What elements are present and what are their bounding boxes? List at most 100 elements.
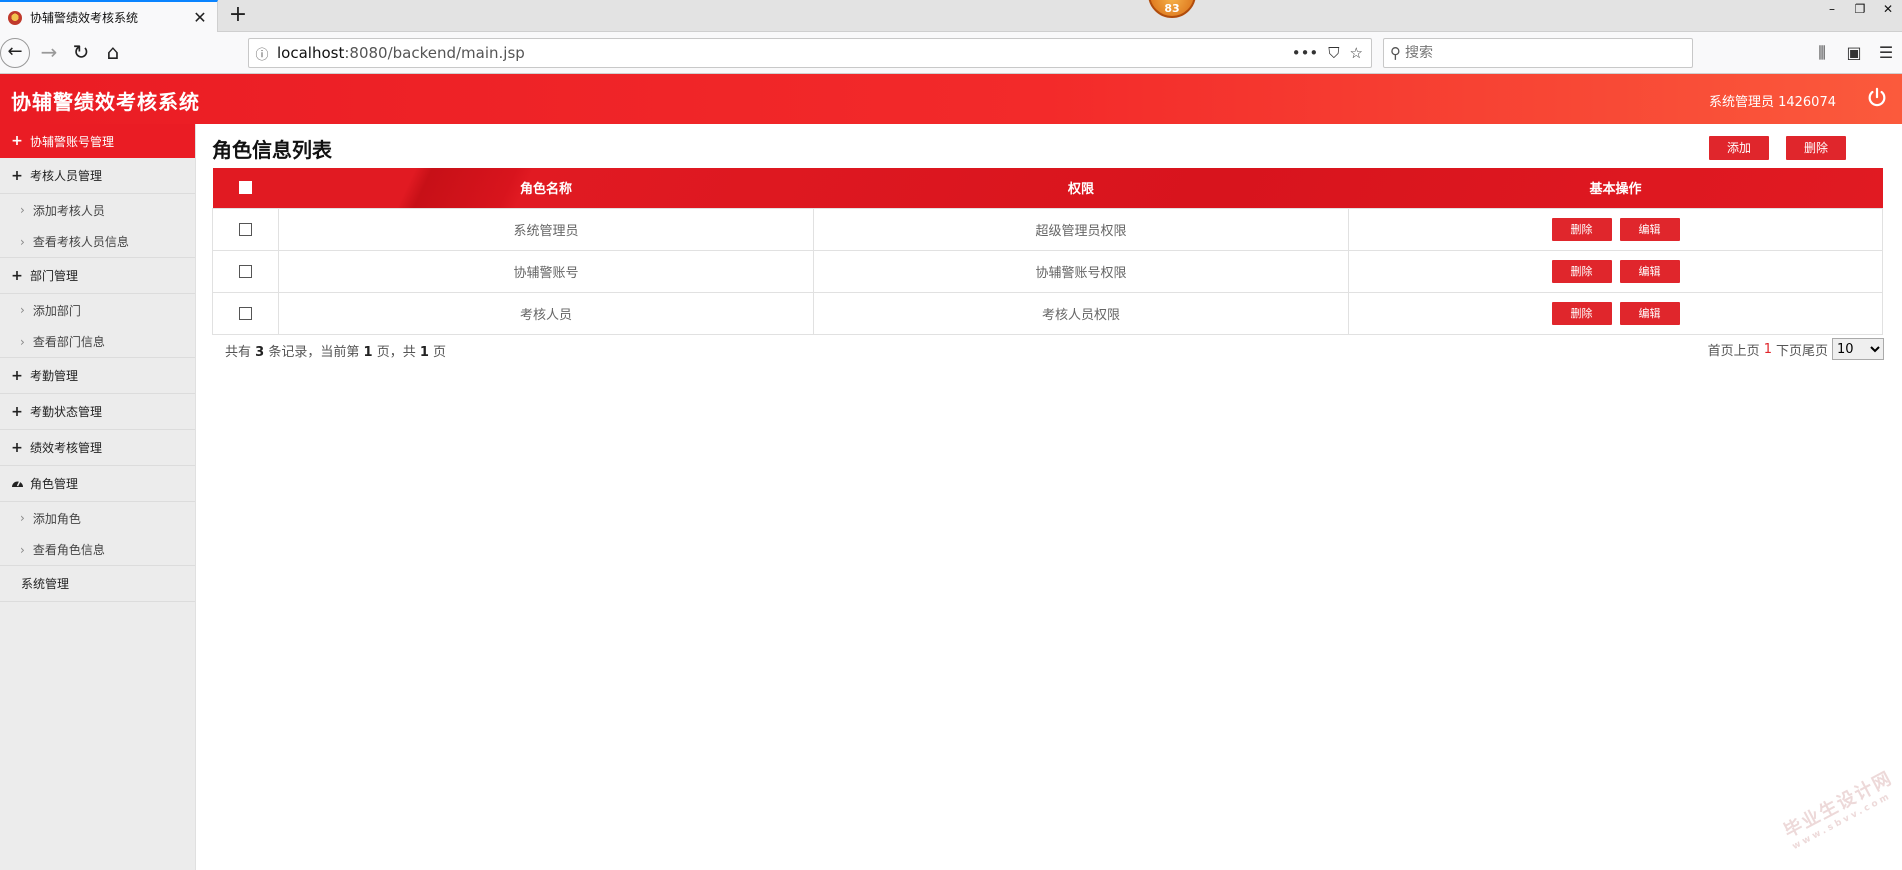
role-name-cell: 协辅警账号 [278,249,814,293]
tab-title: 协辅警绩效考核系统 [30,11,139,25]
chevron-right-icon: › [20,203,25,217]
sidebar-item-label: 绩效考核管理 [30,441,103,455]
sidebar-item-add-assessor[interactable]: › 添加考核人员 [0,194,195,226]
url-text[interactable]: localhost:8080/backend/main.jsp [275,44,1292,62]
app-header: 协辅警绩效考核系统 系统管理员 1426074 [0,74,1902,124]
record-summary: 共有 3 条记录，当前第 1 页，共 1 页 [225,341,446,360]
select-all-cell [213,168,279,208]
url-path: :8080/backend/main.jsp [344,44,525,62]
url-host: localhost [277,44,345,62]
page-title: 角色信息列表 [212,138,332,162]
sidebar-item-dept-mgmt[interactable]: + 部门管理 [0,258,195,294]
browser-tab[interactable]: 协辅警绩效考核系统 ✕ [0,0,218,33]
sidebar-item-performance-mgmt[interactable]: + 绩效考核管理 [0,430,195,466]
chevron-right-icon: › [20,303,25,317]
first-page-link[interactable]: 首页 [1708,340,1734,359]
new-tab-button[interactable]: + [225,3,251,29]
row-edit-button[interactable]: 编辑 [1619,217,1680,241]
pocket-icon[interactable]: ⛉ [1328,44,1339,62]
chevron-right-icon: › [20,234,25,249]
user-info: 系统管理员 1426074 [1708,95,1836,110]
sidebar-item-account-mgmt[interactable]: + 协辅警账号管理 [0,124,195,158]
batch-delete-button[interactable]: 删除 [1786,136,1846,160]
sidebar-item-label: 查看部门信息 [32,335,105,349]
site-watermark: 毕业生设计网 www.sbvv.com [1779,764,1902,852]
browser-tab-bar: 协辅警绩效考核系统 ✕ + 83 – ❐ ✕ [0,0,1902,33]
row-delete-button[interactable]: 删除 [1551,259,1612,283]
prev-page-link[interactable]: 上页 [1734,340,1760,359]
column-header-actions: 基本操作 [1589,182,1642,198]
browser-toolbar: ⫼ ▣ ☰ [1806,38,1902,68]
bookmark-star-icon[interactable]: ☆ [1350,44,1363,62]
sidebar-item-view-assessor[interactable]: › 查看考核人员信息 [0,226,195,258]
row-select-cell [212,207,279,251]
page-size-select[interactable]: 10 [1832,338,1884,360]
row-checkbox[interactable] [239,264,252,278]
summary-text: 页，共 [376,345,416,360]
summary-text: 页 [433,345,447,360]
row-checkbox[interactable] [239,222,252,236]
address-bar[interactable]: ⓘ localhost:8080/backend/main.jsp ••• ⛉ … [248,38,1372,68]
restore-icon[interactable]: ❐ [1846,0,1874,20]
next-page-link[interactable]: 下页 [1776,340,1802,359]
row-checkbox[interactable] [239,306,252,320]
sidebar-item-attendance-mgmt[interactable]: + 考勤管理 [0,358,195,394]
row-edit-button[interactable]: 编辑 [1619,301,1680,325]
table-row: 考核人员 考核人员权限 删除 编辑 [212,291,1883,335]
home-icon[interactable]: ⌂ [98,38,128,68]
sidebar-item-role-mgmt[interactable]: 角色管理 [0,466,195,502]
row-select-cell [212,249,279,293]
sidebar-item-add-dept[interactable]: › 添加部门 [0,294,195,326]
sidebar-item-label: 考勤状态管理 [30,405,103,419]
dashboard-icon [10,476,24,492]
add-button[interactable]: 添加 [1709,136,1769,160]
app-title: 协辅警绩效考核系统 [11,90,200,114]
sidebar-item-view-role[interactable]: › 查看角色信息 [0,534,195,566]
plus-icon: + [11,167,23,184]
sidebar-item-label: 考核人员管理 [30,169,103,183]
more-actions-icon[interactable]: ••• [1292,44,1319,62]
sidebar-item-assessor-mgmt[interactable]: + 考核人员管理 [0,158,195,194]
plus-icon: + [11,403,23,420]
police-badge-icon [8,10,22,25]
table-row: 协辅警账号 协辅警账号权限 删除 编辑 [212,249,1883,293]
select-all-checkbox[interactable] [239,181,252,195]
sidebar-item-view-dept[interactable]: › 查看部门信息 [0,326,195,358]
row-delete-button[interactable]: 删除 [1551,217,1612,241]
sidebar-item-system-mgmt[interactable]: 系统管理 [0,566,195,602]
notification-badge[interactable]: 83 [1148,0,1196,18]
library-icon[interactable]: ⫼ [1806,38,1838,68]
current-page: 1 [363,345,373,360]
role-table: 角色名称 权限 基本操作 系统管理员 超级管理员权限 删除 编辑 协辅警账号 协辅… [212,168,1883,335]
sidebar-item-add-role[interactable]: › 添加角色 [0,502,195,534]
sidebar-item-label: 添加部门 [32,303,81,318]
row-edit-button[interactable]: 编辑 [1619,259,1680,283]
back-arrow-icon[interactable]: ← [0,38,30,68]
sidebar-item-label: 添加考核人员 [32,203,105,218]
plus-icon: + [11,439,23,456]
last-page-link[interactable]: 尾页 [1802,340,1828,359]
sidebar-toggle-icon[interactable]: ▣ [1838,38,1870,68]
row-delete-button[interactable]: 删除 [1551,301,1612,325]
info-icon[interactable]: ⓘ [249,44,275,63]
close-window-icon[interactable]: ✕ [1874,0,1902,20]
actions-cell: 删除 编辑 [1348,249,1883,293]
power-icon[interactable] [1866,87,1888,109]
sidebar-item-label: 系统管理 [21,577,70,591]
browser-search-bar[interactable]: ⚲ [1383,38,1693,68]
browser-search-input[interactable] [1405,45,1692,61]
menu-hamburger-icon[interactable]: ☰ [1870,38,1902,68]
search-icon: ⚲ [1390,44,1401,62]
reload-icon[interactable]: ↻ [66,38,96,68]
minimize-icon[interactable]: – [1818,0,1846,20]
forward-arrow-icon[interactable]: → [34,38,64,68]
permission-cell: 协辅警账号权限 [813,249,1349,293]
page-number-link[interactable]: 1 [1764,342,1772,357]
tab-close-icon[interactable]: ✕ [191,8,209,27]
chevron-right-icon: › [20,542,25,557]
sidebar-item-label: 协辅警账号管理 [30,134,115,149]
sidebar-item-label: 部门管理 [30,269,79,283]
sidebar-item-attendance-status-mgmt[interactable]: + 考勤状态管理 [0,394,195,430]
sidebar: + 协辅警账号管理 + 考核人员管理 › 添加考核人员 › 查看考核人员信息 +… [0,124,196,870]
column-header-role-name: 角色名称 [519,182,572,198]
